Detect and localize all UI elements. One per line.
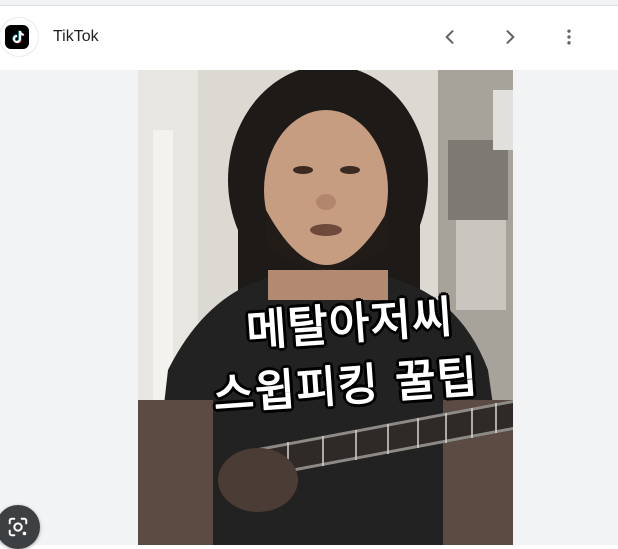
chevron-left-icon — [445, 30, 454, 44]
chevron-right-icon — [506, 30, 515, 44]
site-name[interactable]: TikTok — [53, 28, 99, 46]
google-lens-icon — [8, 517, 28, 537]
tiktok-logo-icon — [5, 25, 29, 49]
more-options-button[interactable] — [552, 20, 586, 54]
previous-image-button[interactable] — [433, 20, 467, 54]
next-image-button[interactable] — [493, 20, 527, 54]
site-favicon[interactable] — [0, 18, 38, 56]
preview-image[interactable]: 메탈아저씨 스윕피킹 꿀팁 — [138, 70, 513, 545]
image-viewer: 메탈아저씨 스윕피킹 꿀팁 — [0, 70, 618, 545]
image-viewer-header: TikTok — [0, 6, 618, 70]
more-vert-icon — [567, 29, 571, 45]
